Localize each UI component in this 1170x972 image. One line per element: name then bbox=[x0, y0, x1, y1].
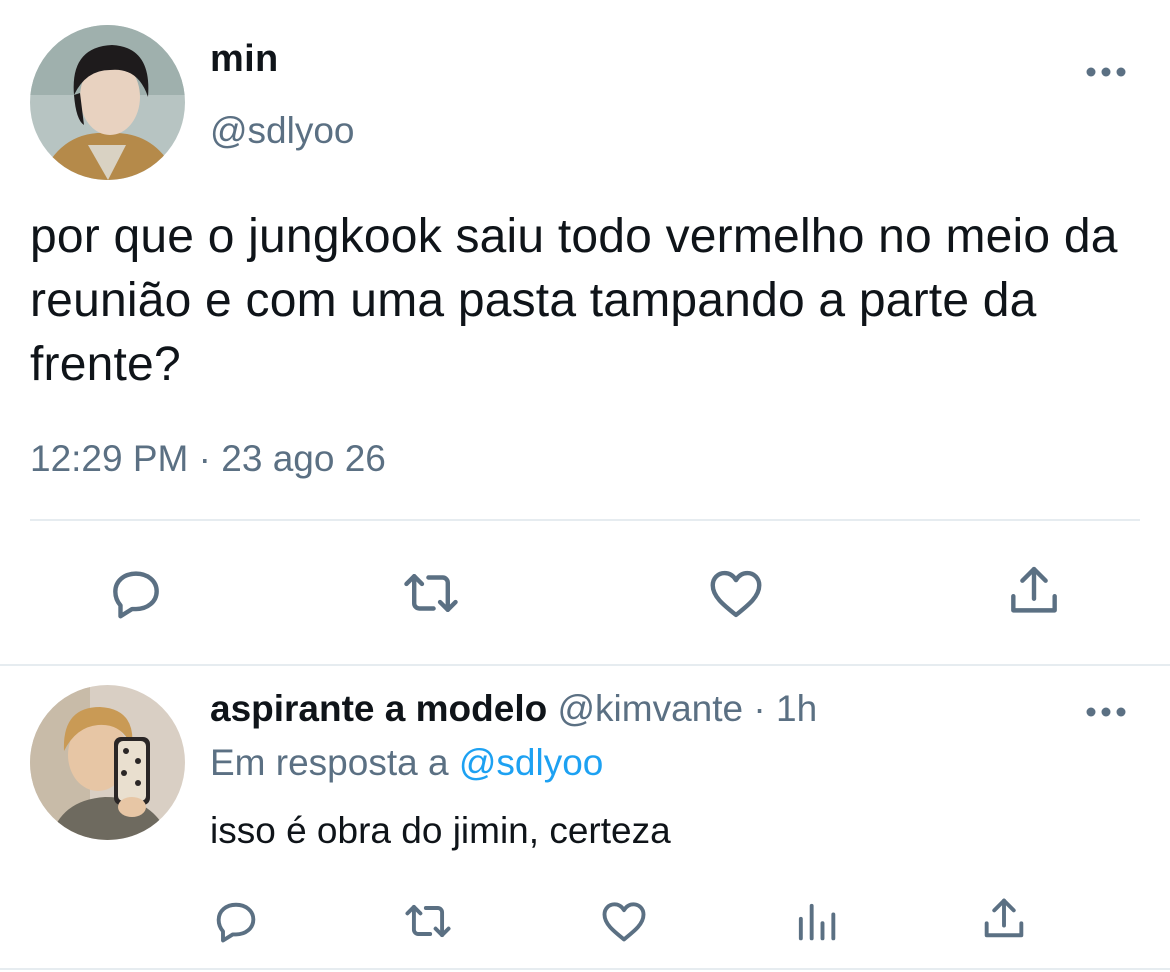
share-icon[interactable] bbox=[1003, 560, 1065, 622]
reply-author-handle[interactable]: @kimvante bbox=[558, 688, 744, 729]
reply-mention-link[interactable]: @sdlyoo bbox=[459, 742, 604, 783]
meta-separator: · bbox=[198, 438, 211, 479]
divider bbox=[0, 968, 1170, 970]
retweet-icon[interactable] bbox=[400, 562, 462, 624]
tweet-text: por que o jungkook saiu todo vermelho no… bbox=[30, 210, 1118, 391]
tweet-date: 23 ago 26 bbox=[221, 438, 386, 479]
reply-time[interactable]: 1h bbox=[776, 688, 817, 729]
divider bbox=[30, 519, 1140, 521]
reply-icon[interactable] bbox=[105, 562, 167, 624]
analytics-icon[interactable] bbox=[790, 895, 842, 947]
tweet-time: 12:29 PM bbox=[30, 438, 189, 479]
like-icon[interactable] bbox=[705, 562, 767, 624]
reply-icon[interactable] bbox=[210, 895, 262, 947]
avatar-image bbox=[30, 685, 185, 840]
more-options-icon[interactable] bbox=[1084, 62, 1128, 82]
reply-avatar[interactable] bbox=[30, 685, 185, 840]
meta-separator: · bbox=[753, 688, 766, 729]
tweet-timestamp[interactable]: 12:29 PM · 23 ago 26 bbox=[30, 438, 386, 480]
reply-context-label: Em resposta a bbox=[210, 742, 449, 783]
reply-text: isso é obra do jimin, certeza bbox=[210, 810, 671, 851]
share-icon[interactable] bbox=[978, 893, 1030, 945]
author-name[interactable]: min bbox=[210, 38, 278, 81]
reply-author-name[interactable]: aspirante a modelo bbox=[210, 688, 547, 729]
reply-header: aspirante a modelo @kimvante · 1h bbox=[210, 688, 817, 730]
main-avatar[interactable] bbox=[30, 25, 185, 180]
avatar-image bbox=[30, 25, 185, 180]
author-handle[interactable]: @sdlyoo bbox=[210, 110, 355, 152]
reply-context: Em resposta a @sdlyoo bbox=[210, 742, 603, 784]
divider bbox=[0, 664, 1170, 666]
more-options-icon[interactable] bbox=[1084, 702, 1128, 722]
retweet-icon[interactable] bbox=[402, 895, 454, 947]
like-icon[interactable] bbox=[598, 895, 650, 947]
